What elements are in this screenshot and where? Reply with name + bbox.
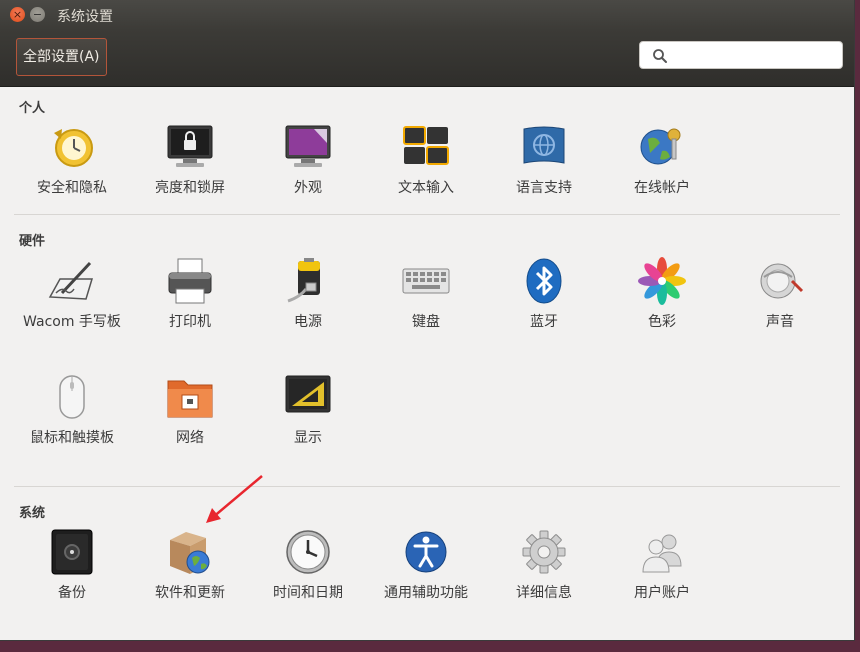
- title-bar: × − 系统设置: [0, 0, 854, 30]
- all-settings-button[interactable]: 全部设置(A): [16, 38, 107, 76]
- section-title-hardware: 硬件: [19, 234, 46, 249]
- toolbar: 全部设置(A): [0, 30, 854, 87]
- item-time-date[interactable]: 时间和日期: [253, 528, 363, 604]
- window-title: 系统设置: [57, 9, 113, 25]
- printer-icon: [168, 258, 212, 304]
- item-details[interactable]: 详细信息: [489, 528, 599, 604]
- details-icon: [522, 530, 566, 574]
- item-online-accounts[interactable]: 在线帐户: [607, 123, 717, 199]
- item-label: 声音: [766, 314, 794, 330]
- item-power[interactable]: 电源: [253, 257, 363, 333]
- item-label: 网络: [176, 430, 204, 446]
- close-button[interactable]: ×: [10, 7, 25, 22]
- bluetooth-icon: [526, 258, 562, 304]
- brightness-lock-icon: [167, 125, 213, 167]
- mouse-touchpad-icon: [59, 375, 85, 419]
- search-input[interactable]: [674, 44, 838, 68]
- item-software-updates[interactable]: 软件和更新: [135, 528, 245, 604]
- language-support-icon: [523, 126, 565, 164]
- item-label: 电源: [294, 314, 322, 330]
- item-label: 语言支持: [516, 180, 572, 196]
- item-label: 键盘: [412, 314, 440, 330]
- item-bluetooth[interactable]: 蓝牙: [489, 257, 599, 333]
- time-date-icon: [286, 530, 330, 574]
- minimize-button[interactable]: −: [30, 7, 45, 22]
- item-label: 打印机: [169, 314, 211, 330]
- item-printer[interactable]: 打印机: [135, 257, 245, 333]
- item-appearance[interactable]: 外观: [253, 123, 363, 199]
- item-network[interactable]: 网络: [135, 373, 245, 449]
- power-icon: [287, 258, 320, 303]
- item-backup[interactable]: 备份: [17, 528, 127, 604]
- item-label: 通用辅助功能: [384, 585, 468, 601]
- backup-icon: [51, 529, 93, 575]
- online-accounts-icon: [640, 128, 681, 165]
- universal-access-icon: [405, 531, 447, 573]
- search-icon: [653, 49, 667, 63]
- display-icon: [285, 375, 331, 413]
- item-label: 文本输入: [398, 180, 454, 196]
- item-label: 鼠标和触摸板: [30, 430, 114, 446]
- item-security-privacy[interactable]: 安全和隐私: [17, 123, 127, 199]
- item-language-support[interactable]: 语言支持: [489, 123, 599, 199]
- item-keyboard[interactable]: 键盘: [371, 257, 481, 333]
- item-universal-access[interactable]: 通用辅助功能: [371, 528, 481, 604]
- item-color[interactable]: 色彩: [607, 257, 717, 333]
- search-box[interactable]: [639, 41, 843, 69]
- item-label: 时间和日期: [273, 585, 343, 601]
- security-privacy-icon: [54, 129, 93, 167]
- sound-icon: [760, 263, 804, 299]
- item-label: 在线帐户: [634, 180, 690, 196]
- network-icon: [167, 380, 213, 418]
- text-entry-icon: [403, 126, 449, 165]
- keyboard-icon: [402, 268, 450, 294]
- item-label: 蓝牙: [530, 314, 558, 330]
- item-label: 软件和更新: [155, 585, 225, 601]
- item-label: 用户账户: [634, 585, 690, 601]
- appearance-icon: [285, 125, 331, 167]
- item-sound[interactable]: 声音: [725, 257, 835, 333]
- settings-window: × − 系统设置 全部设置(A) 个人 安全和隐私 亮度和锁屏 外观 文本输入 …: [0, 0, 854, 640]
- item-wacom-tablet[interactable]: Wacom 手写板: [17, 257, 127, 333]
- section-title-system: 系统: [19, 506, 46, 521]
- section-title-personal: 个人: [19, 101, 46, 116]
- settings-grid: 个人 安全和隐私 亮度和锁屏 外观 文本输入 语言支持 在线帐户 硬件 Waco…: [0, 87, 854, 640]
- wacom-tablet-icon: [48, 261, 94, 300]
- item-brightness-lock[interactable]: 亮度和锁屏: [135, 123, 245, 199]
- item-label: 色彩: [648, 314, 676, 330]
- item-label: 备份: [58, 585, 86, 601]
- item-display[interactable]: 显示: [253, 373, 363, 449]
- software-updates-icon: [170, 532, 210, 574]
- item-user-accounts[interactable]: 用户账户: [607, 528, 717, 604]
- item-text-entry[interactable]: 文本输入: [371, 123, 481, 199]
- item-mouse-touchpad[interactable]: 鼠标和触摸板: [17, 373, 127, 449]
- section-divider: [14, 214, 840, 215]
- section-divider: [14, 486, 840, 487]
- item-label: 详细信息: [516, 585, 572, 601]
- color-icon: [638, 257, 686, 305]
- item-label: 外观: [294, 180, 322, 196]
- item-label: 显示: [294, 430, 322, 446]
- item-label: 亮度和锁屏: [155, 180, 225, 196]
- user-accounts-icon: [642, 534, 682, 573]
- item-label: 安全和隐私: [37, 180, 107, 196]
- item-label: Wacom 手写板: [23, 314, 121, 330]
- annotation-arrow: [206, 475, 263, 523]
